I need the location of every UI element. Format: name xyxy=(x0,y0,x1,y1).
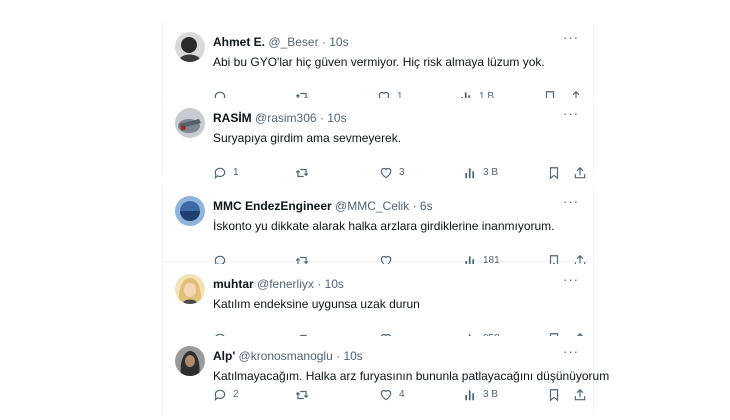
more-horizontal-icon[interactable]: ··· xyxy=(563,195,579,209)
user-handle[interactable]: @MMC_Celik xyxy=(335,199,409,213)
timestamp[interactable]: 10s xyxy=(327,111,346,125)
more-horizontal-icon[interactable]: ··· xyxy=(563,273,579,287)
user-handle[interactable]: @fenerliyx xyxy=(257,277,314,291)
tweet-header: MMC EndezEngineer @MMC_Celik · 6s xyxy=(213,199,553,213)
tweet-text: İskonto yu dikkate alarak halka arzlara … xyxy=(213,219,555,233)
reply-icon xyxy=(214,167,226,180)
tweet-header: RASİM @rasim306 · 10s xyxy=(213,111,553,125)
tweet-text: Abi bu GYO'lar hiç güven vermiyor. Hiç r… xyxy=(213,55,545,69)
action-bar: 1 3 3 B xyxy=(213,164,586,182)
bookmark-button[interactable] xyxy=(547,164,561,182)
share-icon xyxy=(574,166,586,179)
views-count: 3 B xyxy=(483,389,499,400)
avatar[interactable] xyxy=(175,108,205,138)
like-button[interactable]: 4 xyxy=(379,386,405,404)
reply-button[interactable]: 2 xyxy=(213,386,239,404)
bookmark-button[interactable] xyxy=(547,386,561,404)
like-icon xyxy=(380,167,392,179)
timestamp[interactable]: 10s xyxy=(329,35,348,49)
reply-count: 2 xyxy=(233,389,239,400)
reply-icon xyxy=(214,389,226,402)
tweet-text: Suryapıya girdim ama sevmeyerek. xyxy=(213,131,402,145)
tweet-text: Katılmayacağım. Halka arz furyasının bun… xyxy=(213,369,610,383)
views-button[interactable]: 3 B xyxy=(463,386,498,404)
share-icon xyxy=(574,388,586,401)
like-icon xyxy=(380,389,392,401)
views-icon xyxy=(465,390,475,401)
avatar[interactable] xyxy=(175,32,205,62)
action-bar: 2 4 3 B xyxy=(213,386,586,404)
tweet-card-3[interactable]: MMC EndezEngineer @MMC_Celik · 6s ··· İs… xyxy=(162,186,594,268)
reply-button[interactable]: 1 xyxy=(213,164,239,182)
tweet-card-1[interactable]: Ahmet E. @_Beser · 10s ··· Abi bu GYO'la… xyxy=(162,22,594,104)
display-name[interactable]: MMC EndezEngineer xyxy=(213,199,332,213)
timestamp[interactable]: 10s xyxy=(325,277,344,291)
reply-count: 1 xyxy=(233,167,239,178)
timestamp[interactable]: 6s xyxy=(420,199,433,213)
repost-icon xyxy=(295,390,309,400)
timestamp[interactable]: 10s xyxy=(343,349,362,363)
avatar[interactable] xyxy=(175,346,205,376)
views-icon xyxy=(465,168,475,179)
like-count: 3 xyxy=(399,167,405,178)
tweet-header: Alp' @kronosmanoglu · 10s xyxy=(213,349,553,363)
display-name[interactable]: muhtar xyxy=(213,277,254,291)
tweet-header: Ahmet E. @_Beser · 10s xyxy=(213,35,553,49)
display-name[interactable]: Alp' xyxy=(213,349,235,363)
tweet-header: muhtar @fenerliyx · 10s xyxy=(213,277,553,291)
separator: · xyxy=(319,111,324,125)
repost-icon xyxy=(295,168,309,178)
user-handle[interactable]: @_Beser xyxy=(268,35,318,49)
more-horizontal-icon[interactable]: ··· xyxy=(563,345,579,359)
bookmark-icon xyxy=(549,167,559,180)
repost-button[interactable] xyxy=(295,164,315,182)
more-horizontal-icon[interactable]: ··· xyxy=(563,107,579,121)
share-button[interactable] xyxy=(573,164,587,182)
like-button[interactable]: 3 xyxy=(379,164,405,182)
tweet-text: Katılım endeksine uygunsa uzak durun xyxy=(213,297,420,311)
views-count: 3 B xyxy=(483,167,499,178)
bookmark-icon xyxy=(549,389,559,402)
more-horizontal-icon[interactable]: ··· xyxy=(563,31,579,45)
repost-button[interactable] xyxy=(295,386,315,404)
separator: · xyxy=(321,35,326,49)
tweet-card-4[interactable]: muhtar @fenerliyx · 10s ··· Katılım ende… xyxy=(162,264,594,346)
avatar[interactable] xyxy=(175,274,205,304)
avatar[interactable] xyxy=(175,196,205,226)
separator: · xyxy=(336,349,341,363)
views-button[interactable]: 3 B xyxy=(463,164,498,182)
tweet-card-2[interactable]: RASİM @rasim306 · 10s ··· Suryapıya gird… xyxy=(162,98,594,180)
like-count: 4 xyxy=(399,389,405,400)
share-button[interactable] xyxy=(573,386,587,404)
display-name[interactable]: RASİM xyxy=(213,111,252,125)
user-handle[interactable]: @kronosmanoglu xyxy=(239,349,333,363)
separator: · xyxy=(412,199,417,213)
user-handle[interactable]: @rasim306 xyxy=(255,111,317,125)
tweet-card-5[interactable]: Alp' @kronosmanoglu · 10s ··· Katılmayac… xyxy=(162,336,610,414)
separator: · xyxy=(317,277,322,291)
display-name[interactable]: Ahmet E. xyxy=(213,35,265,49)
